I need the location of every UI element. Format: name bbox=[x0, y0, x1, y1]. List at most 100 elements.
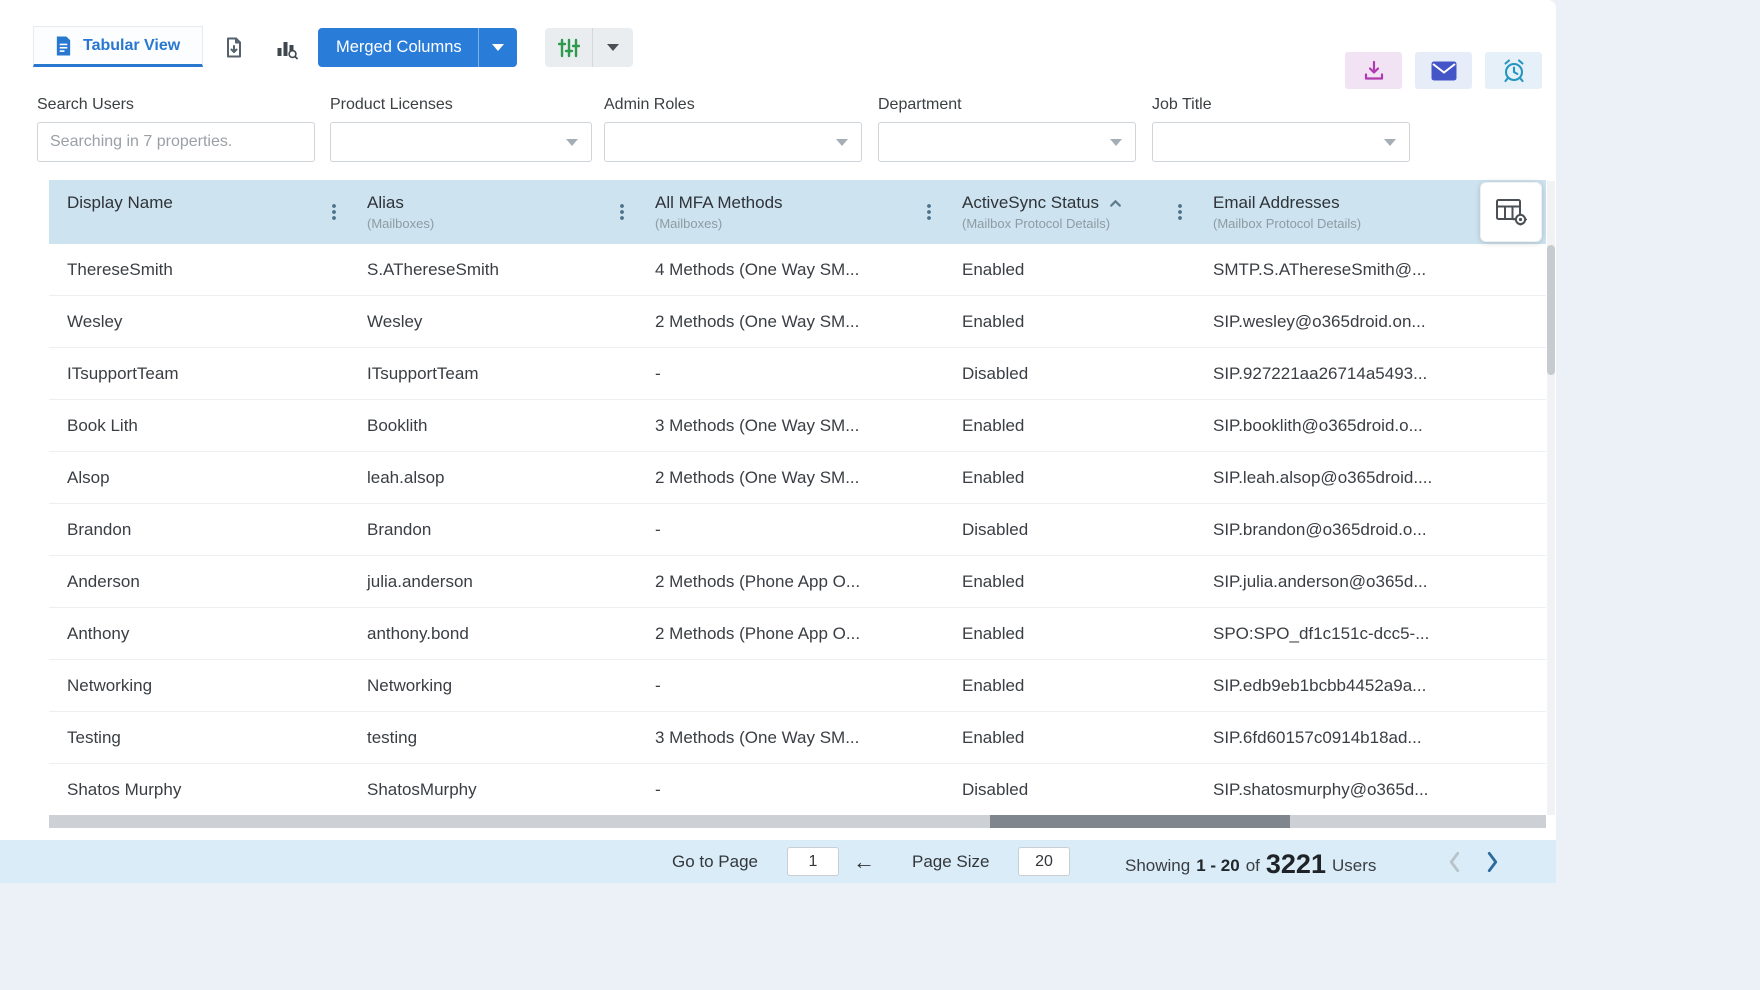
merged-columns-dropdown[interactable] bbox=[478, 28, 517, 67]
table-cell: Disabled bbox=[944, 348, 1195, 399]
vertical-scrollbar[interactable] bbox=[1547, 181, 1555, 815]
table-row[interactable]: NetworkingNetworking-EnabledSIP.edb9eb1b… bbox=[49, 660, 1546, 712]
total-count: 3221 bbox=[1266, 851, 1326, 878]
tab-label: Tabular View bbox=[83, 37, 180, 55]
table-cell: Alsop bbox=[49, 452, 349, 503]
chart-view-button[interactable] bbox=[265, 30, 307, 65]
department-select[interactable] bbox=[878, 122, 1136, 162]
table-row[interactable]: WesleyWesley2 Methods (One Way SM...Enab… bbox=[49, 296, 1546, 348]
search-users-input[interactable] bbox=[37, 122, 315, 162]
alarm-clock-icon bbox=[1501, 58, 1527, 84]
table-cell: Enabled bbox=[944, 608, 1195, 659]
column-menu-icon[interactable] bbox=[1177, 203, 1183, 221]
table-row[interactable]: BrandonBrandon-DisabledSIP.brandon@o365d… bbox=[49, 504, 1546, 556]
previous-page-button[interactable] bbox=[1448, 851, 1461, 873]
table-cell: Enabled bbox=[944, 296, 1195, 347]
export-report-button[interactable] bbox=[213, 30, 255, 65]
job-title-label: Job Title bbox=[1152, 96, 1212, 114]
column-menu-icon[interactable] bbox=[619, 203, 625, 221]
of-label: of bbox=[1246, 856, 1260, 876]
table-cell: 2 Methods (One Way SM... bbox=[637, 296, 944, 347]
table-cell: SIP.leah.alsop@o365droid.... bbox=[1195, 452, 1546, 503]
table-row[interactable]: Shatos MurphyShatosMurphy-DisabledSIP.sh… bbox=[49, 764, 1546, 815]
column-title: Alias bbox=[367, 193, 404, 213]
horizontal-scrollbar-thumb[interactable] bbox=[990, 815, 1290, 828]
table-cell: SIP.wesley@o365droid.on... bbox=[1195, 296, 1546, 347]
table-row[interactable]: Book LithBooklith3 Methods (One Way SM..… bbox=[49, 400, 1546, 452]
table-cell: anthony.bond bbox=[349, 608, 637, 659]
column-header-all-mfa-methods[interactable]: All MFA Methods (Mailboxes) bbox=[637, 180, 944, 244]
column-title: ActiveSync Status bbox=[962, 193, 1099, 213]
table-cell: Enabled bbox=[944, 556, 1195, 607]
chevron-down-icon bbox=[1384, 139, 1396, 146]
chevron-down-icon bbox=[1110, 139, 1122, 146]
table-cell: leah.alsop bbox=[349, 452, 637, 503]
table-cell: Brandon bbox=[49, 504, 349, 555]
table-cell: ThereseSmith bbox=[49, 244, 349, 295]
merged-columns-button[interactable]: Merged Columns bbox=[318, 28, 517, 67]
table-cell: Brandon bbox=[349, 504, 637, 555]
sliders-dropdown-button[interactable] bbox=[593, 28, 633, 67]
table-row[interactable]: Alsopleah.alsop2 Methods (One Way SM...E… bbox=[49, 452, 1546, 504]
chevron-down-icon bbox=[836, 139, 848, 146]
horizontal-scrollbar[interactable] bbox=[49, 815, 1546, 828]
table-row[interactable]: Anthonyanthony.bond2 Methods (Phone App … bbox=[49, 608, 1546, 660]
go-back-arrow-icon[interactable]: ← bbox=[853, 851, 875, 873]
sliders-icon bbox=[558, 37, 580, 59]
table-row[interactable]: Andersonjulia.anderson2 Methods (Phone A… bbox=[49, 556, 1546, 608]
table-cell: ShatosMurphy bbox=[349, 764, 637, 815]
table-cell: Disabled bbox=[944, 504, 1195, 555]
chevron-down-icon bbox=[492, 44, 504, 51]
product-licenses-select[interactable] bbox=[330, 122, 592, 162]
chevron-right-icon bbox=[1486, 861, 1499, 876]
table-cell: Networking bbox=[49, 660, 349, 711]
users-table: Display Name Alias (Mailboxes) All MFA M… bbox=[49, 180, 1546, 815]
column-header-alias[interactable]: Alias (Mailboxes) bbox=[349, 180, 637, 244]
users-unit-label: Users bbox=[1332, 856, 1376, 876]
table-cell: Enabled bbox=[944, 244, 1195, 295]
showing-summary: Showing 1 - 20 of 3221 Users bbox=[1125, 840, 1376, 883]
download-button[interactable] bbox=[1345, 52, 1402, 89]
table-cell: Disabled bbox=[944, 764, 1195, 815]
column-header-activesync-status[interactable]: ActiveSync Status (Mailbox Protocol Deta… bbox=[944, 180, 1195, 244]
vertical-scrollbar-thumb[interactable] bbox=[1547, 245, 1555, 375]
column-sliders-button[interactable] bbox=[545, 28, 593, 67]
column-title: All MFA Methods bbox=[655, 193, 783, 213]
column-title: Email Addresses bbox=[1213, 193, 1340, 213]
mail-icon bbox=[1431, 61, 1457, 81]
column-title: Display Name bbox=[67, 193, 173, 213]
next-page-button[interactable] bbox=[1486, 851, 1499, 873]
column-menu-icon[interactable] bbox=[331, 203, 337, 221]
admin-roles-select[interactable] bbox=[604, 122, 862, 162]
table-row[interactable]: ITsupportTeamITsupportTeam-DisabledSIP.9… bbox=[49, 348, 1546, 400]
chevron-down-icon bbox=[607, 44, 619, 51]
table-cell: 2 Methods (One Way SM... bbox=[637, 452, 944, 503]
table-cell: Enabled bbox=[944, 400, 1195, 451]
column-menu-icon[interactable] bbox=[926, 203, 932, 221]
table-cell: ITsupportTeam bbox=[49, 348, 349, 399]
chevron-left-icon bbox=[1448, 861, 1461, 876]
column-header-display-name[interactable]: Display Name bbox=[49, 180, 349, 244]
table-cell: ITsupportTeam bbox=[349, 348, 637, 399]
column-subtitle: (Mailbox Protocol Details) bbox=[962, 216, 1195, 231]
table-header-row: Display Name Alias (Mailboxes) All MFA M… bbox=[49, 180, 1546, 244]
job-title-select[interactable] bbox=[1152, 122, 1410, 162]
department-label: Department bbox=[878, 96, 962, 114]
table-row[interactable]: Testingtesting3 Methods (One Way SM...En… bbox=[49, 712, 1546, 764]
table-row[interactable]: ThereseSmithS.AThereseSmith4 Methods (On… bbox=[49, 244, 1546, 296]
product-licenses-label: Product Licenses bbox=[330, 96, 453, 114]
column-filter-split-button bbox=[545, 28, 633, 67]
table-cell: Networking bbox=[349, 660, 637, 711]
table-cell: Book Lith bbox=[49, 400, 349, 451]
pagination-bar: Go to Page ← Page Size Showing 1 - 20 of… bbox=[0, 840, 1556, 883]
user-report-panel: Tabular View Merged Columns bbox=[0, 0, 1556, 883]
table-cell: 4 Methods (One Way SM... bbox=[637, 244, 944, 295]
column-settings-button[interactable] bbox=[1480, 182, 1542, 242]
table-cell: - bbox=[637, 348, 944, 399]
page-size-input[interactable] bbox=[1018, 847, 1070, 876]
email-button[interactable] bbox=[1415, 52, 1472, 89]
table-cell: SMTP.S.AThereseSmith@... bbox=[1195, 244, 1546, 295]
page-number-input[interactable] bbox=[787, 847, 839, 876]
tab-tabular-view[interactable]: Tabular View bbox=[33, 26, 203, 67]
schedule-alarm-button[interactable] bbox=[1485, 52, 1542, 89]
